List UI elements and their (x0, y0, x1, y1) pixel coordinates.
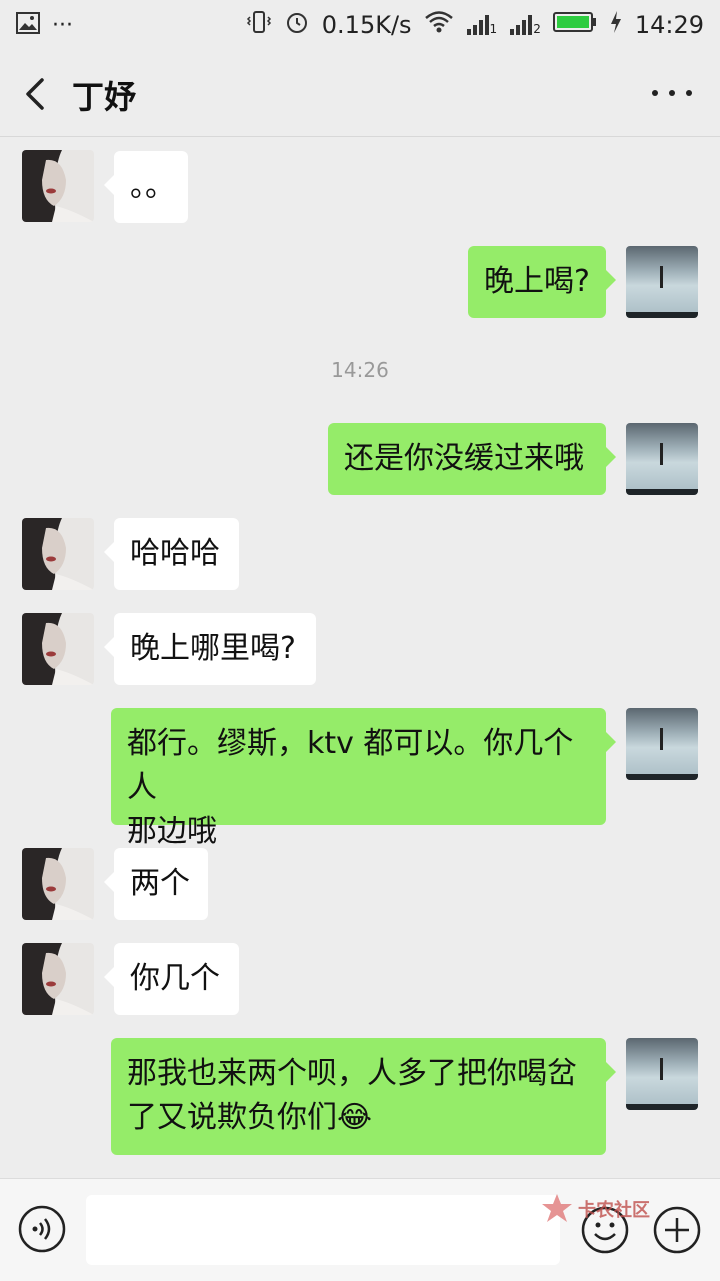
message-text: 。。 (130, 169, 175, 204)
contact-avatar[interactable] (22, 150, 94, 222)
plus-circle-icon (653, 1206, 701, 1254)
my-avatar[interactable] (626, 708, 698, 780)
my-avatar[interactable] (626, 246, 698, 318)
message-text-line: 都行。缪斯，ktv 都可以。你几个人 (127, 726, 574, 805)
my-avatar[interactable] (626, 1038, 698, 1110)
message-bubble-outgoing[interactable]: 晚上喝? (468, 246, 616, 318)
clock: 14:29 (634, 11, 704, 39)
message-bubble-outgoing[interactable]: 都行。缪斯，ktv 都可以。你几个人 那边哦 (111, 708, 616, 849)
message-text: 还是你没缓过来哦 (344, 441, 584, 476)
message-text: 你几个 (130, 961, 220, 996)
message-text: 哈哈哈 (130, 536, 220, 571)
message-bubble-incoming[interactable]: 晚上哪里喝? (104, 613, 316, 685)
message-bubble-outgoing[interactable]: 那我也来两个呗，人多了把你喝岔 了又说欺负你们😂 (111, 1038, 616, 1155)
message-text: 晚上哪里喝? (130, 631, 296, 666)
message-bubble-incoming[interactable]: 。。 (104, 151, 188, 223)
chat-header: 丁妤 (0, 50, 720, 137)
status-bar: ··· 0.15K/s 1 2 14:29 (0, 0, 720, 50)
message-bubble-outgoing[interactable]: 还是你没缓过来哦 (328, 423, 616, 495)
watermark-text: 卡农社区 (578, 1200, 650, 1221)
more-dot-icon (686, 90, 692, 96)
message-text-line: 了又说欺负你们😂 (127, 1100, 373, 1135)
contact-avatar[interactable] (22, 518, 94, 590)
more-dot-icon (669, 90, 675, 96)
wifi-icon (424, 10, 454, 40)
chat-title: 丁妤 (72, 78, 137, 116)
more-functions-button[interactable] (652, 1205, 702, 1255)
gallery-icon (16, 12, 40, 38)
message-text-line: 那我也来两个呗，人多了把你喝岔 (127, 1056, 577, 1091)
more-button[interactable] (652, 78, 692, 108)
more-dot-icon (652, 90, 658, 96)
message-bubble-incoming[interactable]: 哈哈哈 (104, 518, 239, 590)
message-bubble-incoming[interactable]: 两个 (104, 848, 208, 920)
message-timestamp: 14:26 (331, 358, 389, 382)
signal-sim1-icon: 1 (466, 14, 497, 36)
voice-button[interactable] (18, 1205, 66, 1253)
back-button[interactable] (18, 74, 54, 114)
contact-avatar[interactable] (22, 613, 94, 685)
contact-avatar[interactable] (22, 848, 94, 920)
network-speed: 0.15K/s (321, 11, 412, 39)
watermark-logo-icon (542, 1194, 572, 1222)
voice-icon (18, 1205, 66, 1253)
chevron-left-icon (26, 78, 44, 110)
message-text: 晚上喝? (484, 264, 590, 299)
alarm-icon (284, 9, 310, 41)
message-input[interactable] (86, 1195, 560, 1265)
battery-icon (552, 11, 597, 39)
notification-dots: ··· (52, 12, 73, 38)
my-avatar[interactable] (626, 423, 698, 495)
charging-icon (609, 10, 623, 40)
vibrate-icon (246, 9, 272, 41)
message-bubble-incoming[interactable]: 你几个 (104, 943, 239, 1015)
contact-avatar[interactable] (22, 943, 94, 1015)
watermark: 卡农社区 (540, 1192, 650, 1226)
signal-sim2-icon: 2 (509, 14, 541, 36)
message-text: 两个 (130, 866, 190, 901)
